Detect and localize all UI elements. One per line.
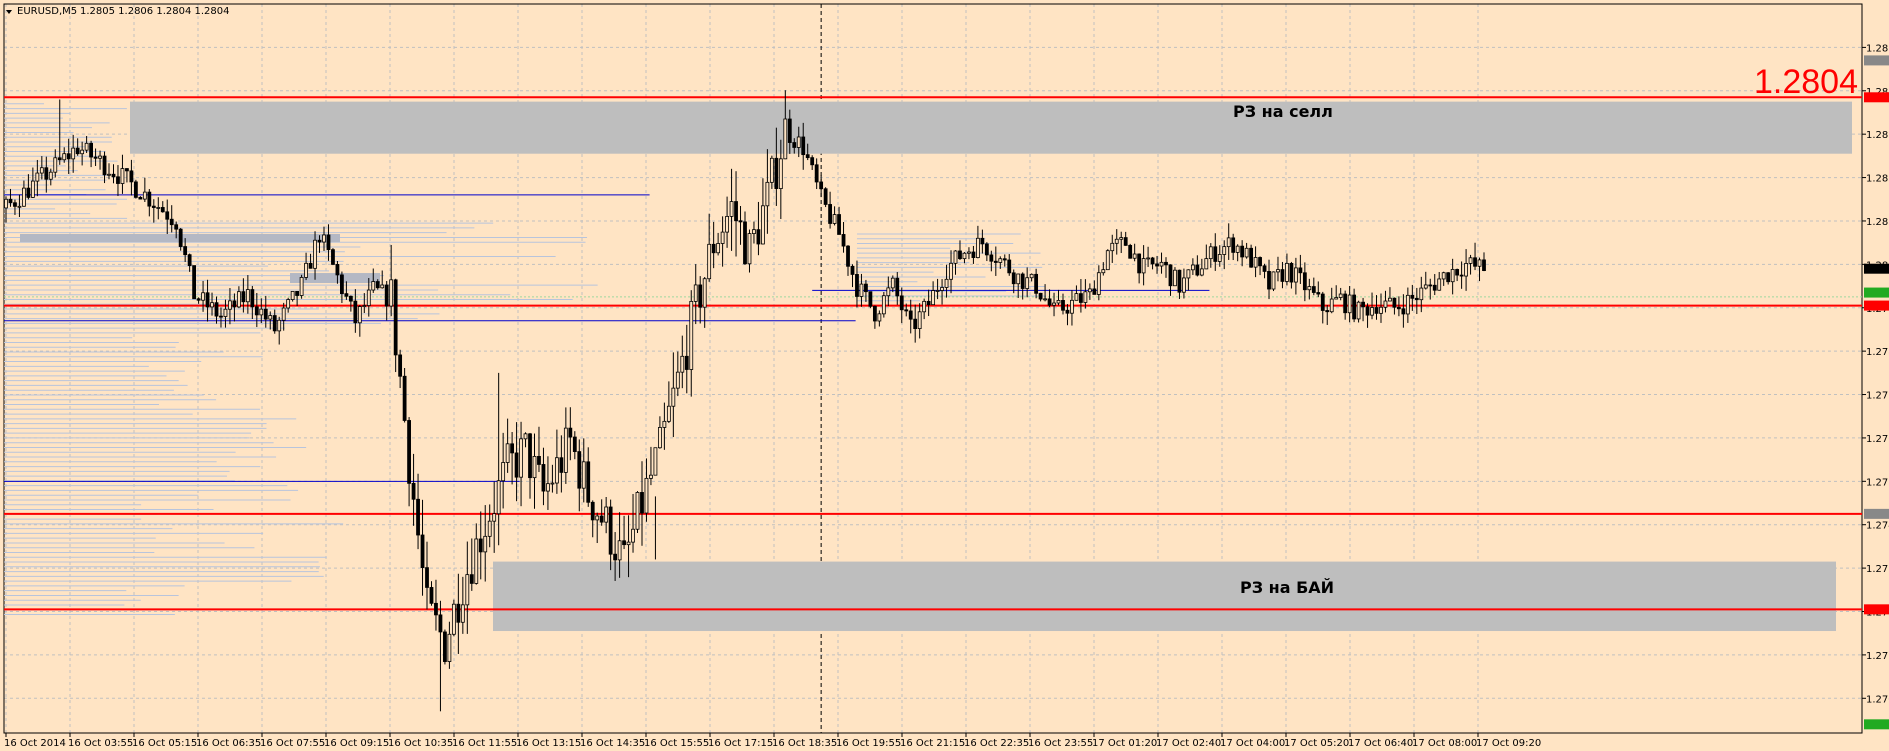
x-tick-label: 16 Oct 10:35 [388, 738, 453, 749]
x-tick-label: 16 Oct 21:15 [900, 738, 965, 749]
y-tick-label: 1.2780 [1866, 347, 1889, 358]
price-tag [1864, 604, 1889, 615]
y-tick-label: 1.2710 [1866, 651, 1889, 662]
candle [1173, 267, 1177, 287]
price-chart[interactable]: 1.28501.28401.28301.28201.28101.28001.27… [0, 0, 1889, 751]
x-tick-label: 17 Oct 05:20 [1284, 738, 1349, 749]
x-tick-label: 17 Oct 02:40 [1156, 738, 1221, 749]
axis-background [1863, 0, 1889, 751]
y-tick-label: 1.2830 [1866, 130, 1889, 141]
y-tick-label: 1.2760 [1866, 434, 1889, 445]
x-tick-label: 17 Oct 04:00 [1220, 738, 1285, 749]
price-tag [1864, 508, 1889, 519]
zone-buy-label: РЗ на БАЙ [1240, 578, 1334, 597]
candle [868, 291, 873, 309]
zone-sell [130, 101, 1852, 154]
x-tick-label: 17 Oct 09:20 [1476, 738, 1541, 749]
x-tick-label: 16 Oct 06:35 [196, 738, 261, 749]
y-tick-label: 1.2700 [1866, 694, 1889, 705]
y-tick-label: 1.2770 [1866, 391, 1889, 402]
candle [1271, 271, 1276, 292]
chart-window[interactable]: 1.28501.28401.28301.28201.28101.28001.27… [0, 0, 1889, 751]
x-tick-label: 16 Oct 11:55 [452, 738, 517, 749]
y-tick-label: 1.2730 [1866, 564, 1889, 575]
candle [451, 599, 456, 637]
y-tick-label: 1.2820 [1866, 174, 1889, 185]
price-tag [1864, 55, 1889, 66]
candle [823, 187, 828, 208]
y-tick-label: 1.2740 [1866, 521, 1889, 532]
price-axis: 1.28501.28401.28301.28201.28101.28001.27… [1862, 0, 1889, 751]
candle [635, 491, 640, 533]
x-tick-label: 17 Oct 01:20 [1092, 738, 1157, 749]
x-tick-label: 16 Oct 03:55 [68, 738, 133, 749]
ohlc-readout: 1.2805 1.2806 1.2804 1.2804 [80, 6, 230, 17]
price-tag [1864, 263, 1889, 274]
big-price-label: 1.2804 [1754, 63, 1858, 101]
symbol-label: EURUSD,M5 [17, 6, 77, 17]
x-tick-label: 17 Oct 06:40 [1348, 738, 1413, 749]
candle [331, 248, 335, 266]
candle [1128, 243, 1133, 259]
x-tick-label: 16 Oct 19:55 [836, 738, 901, 749]
candle [881, 292, 886, 318]
x-tick-label: 17 Oct 08:00 [1412, 738, 1477, 749]
candle [443, 629, 447, 665]
x-tick-label: 16 Oct 09:15 [324, 738, 389, 749]
candle [402, 367, 407, 423]
y-tick-label: 1.2750 [1866, 477, 1889, 488]
x-tick-label: 16 Oct 17:15 [708, 738, 773, 749]
x-tick-label: 16 Oct 23:55 [1028, 738, 1093, 749]
zone-buy [493, 561, 1836, 632]
price-tag [1864, 719, 1889, 730]
x-tick-label: 16 Oct 22:35 [964, 738, 1029, 749]
x-tick-label: 16 Oct 15:55 [644, 738, 709, 749]
x-tick-label: 16 Oct 18:35 [772, 738, 837, 749]
candle [299, 274, 304, 299]
candle [1356, 300, 1361, 323]
y-tick-label: 1.2810 [1866, 217, 1889, 228]
candle [133, 179, 138, 199]
price-tag [1864, 287, 1889, 298]
price-tag [1864, 92, 1889, 103]
x-tick-label: 16 Oct 13:15 [516, 738, 581, 749]
x-tick-label: 16 Oct 14:35 [580, 738, 645, 749]
x-tick-label: 16 Oct 05:15 [132, 738, 197, 749]
candle [1249, 244, 1254, 268]
x-tick-label: 16 Oct 2014 [4, 738, 66, 749]
price-tag [1864, 300, 1889, 311]
y-tick-label: 1.2850 [1866, 43, 1889, 54]
x-tick-label: 16 Oct 07:55 [260, 738, 325, 749]
zone-sell-label: РЗ на селл [1233, 102, 1333, 121]
candle [1105, 249, 1110, 271]
candle [192, 265, 197, 300]
